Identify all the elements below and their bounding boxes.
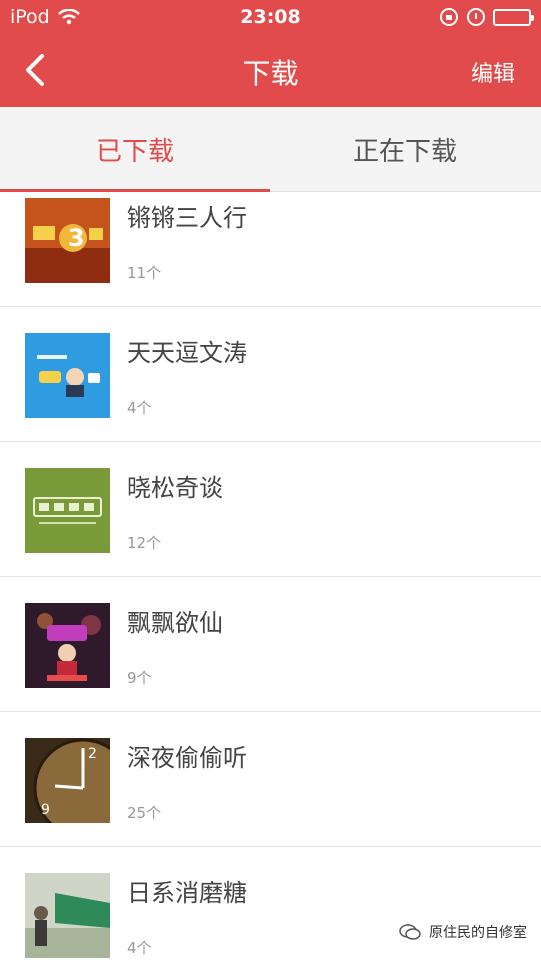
item-title: 天天逗文涛 — [127, 339, 247, 367]
list-item[interactable]: 晓松奇谈 12个 — [0, 442, 541, 577]
watermark: 原住民的自修室 — [399, 922, 527, 942]
list-item[interactable]: 2 9 深夜偷偷听 25个 — [0, 712, 541, 847]
item-title: 晓松奇谈 — [127, 474, 223, 502]
battery-icon — [493, 8, 534, 26]
svg-text:2: 2 — [88, 746, 97, 762]
item-title: 日系消磨糖 — [127, 879, 247, 907]
item-count: 12个 — [127, 534, 162, 552]
list-item[interactable]: 日系消磨糖 4个 — [0, 847, 541, 960]
header-bar: iPod 23:08 下载 编辑 — [0, 0, 541, 107]
item-count: 11个 — [127, 264, 162, 282]
tab-downloading[interactable]: 正在下载 — [270, 107, 540, 192]
item-title: 飘飘欲仙 — [127, 609, 223, 637]
chat-bubble-icon — [399, 924, 421, 940]
rotation-lock-icon — [440, 8, 458, 26]
download-list: 3 锵锵三人行 11个 天天逗文涛 4个 晓松奇谈 12个 飘飘欲仙 9个 2 … — [0, 192, 541, 960]
tab-bar: 已下载 正在下载 — [0, 107, 541, 192]
svg-text:9: 9 — [41, 802, 50, 818]
tiantian-cover-icon — [25, 333, 110, 418]
clock-cover-icon: 2 9 — [25, 738, 110, 823]
tab-downloaded[interactable]: 已下载 — [0, 107, 270, 192]
list-item[interactable]: 天天逗文涛 4个 — [0, 307, 541, 442]
status-right — [439, 7, 534, 27]
watermark-text: 原住民的自修室 — [429, 925, 527, 941]
rixi-cover-icon — [25, 873, 110, 958]
alarm-icon — [467, 8, 485, 26]
item-count: 25个 — [127, 804, 162, 822]
edit-button[interactable]: 编辑 — [471, 56, 515, 88]
status-bar: iPod 23:08 — [0, 0, 541, 36]
item-count: 4个 — [127, 939, 152, 957]
item-title: 深夜偷偷听 — [127, 744, 247, 772]
qiangqiang-cover-icon: 3 — [25, 198, 110, 283]
svg-text:3: 3 — [68, 224, 85, 252]
piaopiao-cover-icon — [25, 603, 110, 688]
xiaosong-cover-icon — [25, 468, 110, 553]
list-item[interactable]: 飘飘欲仙 9个 — [0, 577, 541, 712]
item-title: 锵锵三人行 — [127, 204, 247, 232]
item-count: 4个 — [127, 399, 152, 417]
page-title: 下载 — [242, 57, 299, 90]
list-item[interactable]: 3 锵锵三人行 11个 — [0, 192, 541, 307]
item-count: 9个 — [127, 669, 152, 687]
